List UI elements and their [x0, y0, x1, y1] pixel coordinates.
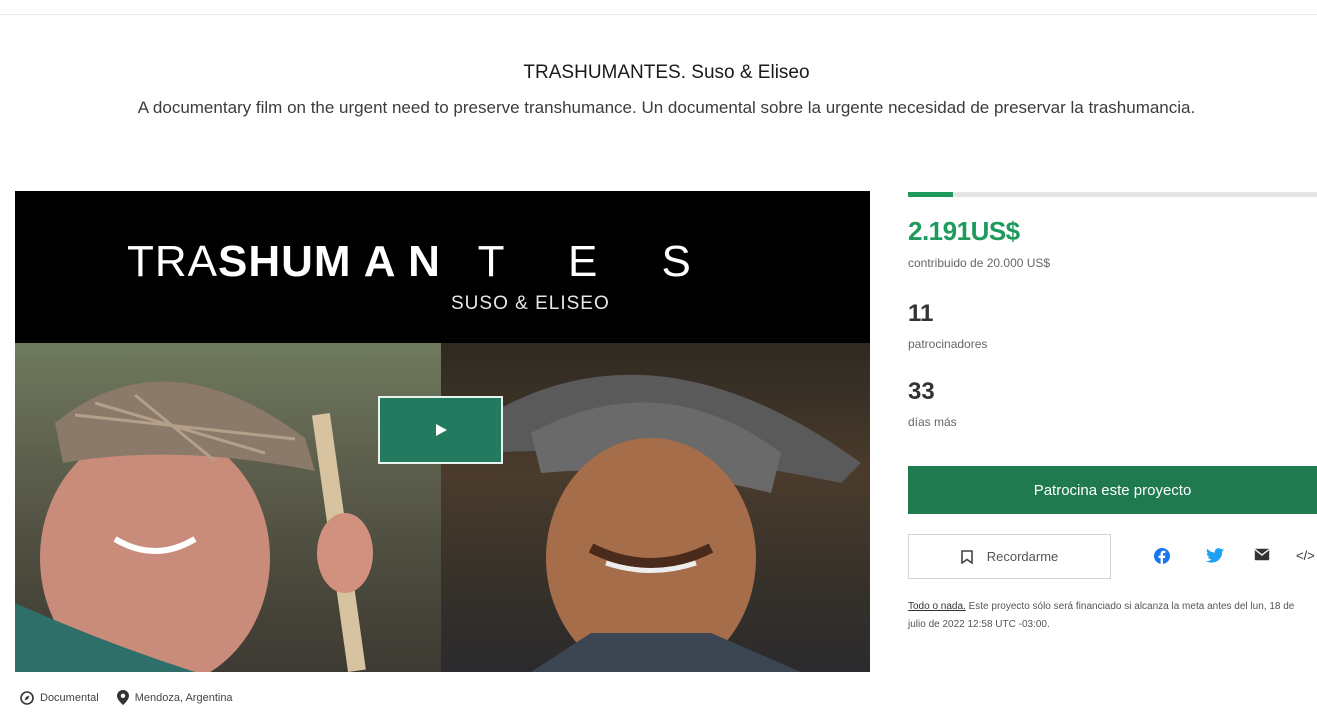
compass-icon	[20, 690, 34, 705]
project-blurb: A documentary film on the urgent need to…	[137, 98, 1196, 117]
video-thumbnail-right	[441, 343, 870, 672]
category-label: Documental	[40, 691, 99, 704]
pledged-amount: 2.191US$	[908, 216, 1020, 246]
backers-count: 11	[908, 300, 934, 327]
video-brand-subtitle: SUSO & ELISEO	[451, 293, 610, 314]
play-button[interactable]	[378, 396, 503, 464]
bookmark-icon	[960, 549, 973, 564]
all-or-nothing-notice: Todo o nada. Este proyecto sólo será fin…	[908, 598, 1308, 634]
pledged-goal: contribuido de 20.000 US$	[908, 256, 1051, 270]
back-project-button[interactable]: Patrocina este proyecto	[908, 466, 1317, 514]
video-thumbnail-left	[15, 343, 441, 672]
eliseo-portrait	[461, 374, 861, 672]
video-brand-title: TRASHUM A N T E S	[127, 237, 717, 287]
suso-portrait	[15, 381, 373, 672]
envelope-icon	[1254, 548, 1270, 561]
notice-text: Este proyecto sólo será financiado si al…	[908, 601, 1295, 630]
play-icon	[435, 424, 447, 436]
brand-part-bold-2: A N	[363, 237, 441, 286]
remind-me-label: Recordarme	[986, 549, 1059, 564]
email-share-button[interactable]	[1254, 548, 1270, 566]
brand-part-spread: T E S	[477, 237, 717, 286]
days-left-label: días más	[908, 415, 957, 429]
funding-progress-fill	[908, 192, 953, 197]
backers-label: patrocinadores	[908, 337, 988, 351]
twitter-share-button[interactable]	[1206, 548, 1224, 568]
location-link[interactable]: Mendoza, Argentina	[116, 690, 233, 705]
video-player[interactable]: TRASHUM A N T E S SUSO & ELISEO	[15, 191, 870, 672]
project-meta: Documental Mendoza, Argentina	[20, 690, 251, 705]
twitter-icon	[1206, 548, 1224, 563]
remind-me-button[interactable]: Recordarme	[908, 534, 1111, 579]
all-or-nothing-link[interactable]: Todo o nada.	[908, 601, 966, 612]
location-label: Mendoza, Argentina	[134, 691, 233, 704]
brand-part-bold: SHUM	[218, 237, 352, 286]
brand-part-thin: TRA	[127, 237, 218, 286]
video-banner: TRASHUM A N T E S SUSO & ELISEO	[15, 191, 870, 343]
category-link[interactable]: Documental	[20, 690, 99, 705]
header-divider	[0, 14, 1317, 15]
days-left-count: 33	[908, 378, 935, 405]
facebook-share-button[interactable]	[1154, 548, 1170, 569]
project-title: TRASHUMANTES. Suso & Eliseo	[523, 62, 810, 83]
embed-button[interactable]: </>	[1296, 548, 1315, 563]
funding-progress-bar	[908, 192, 1317, 197]
facebook-icon	[1154, 548, 1170, 564]
location-pin-icon	[116, 690, 129, 705]
